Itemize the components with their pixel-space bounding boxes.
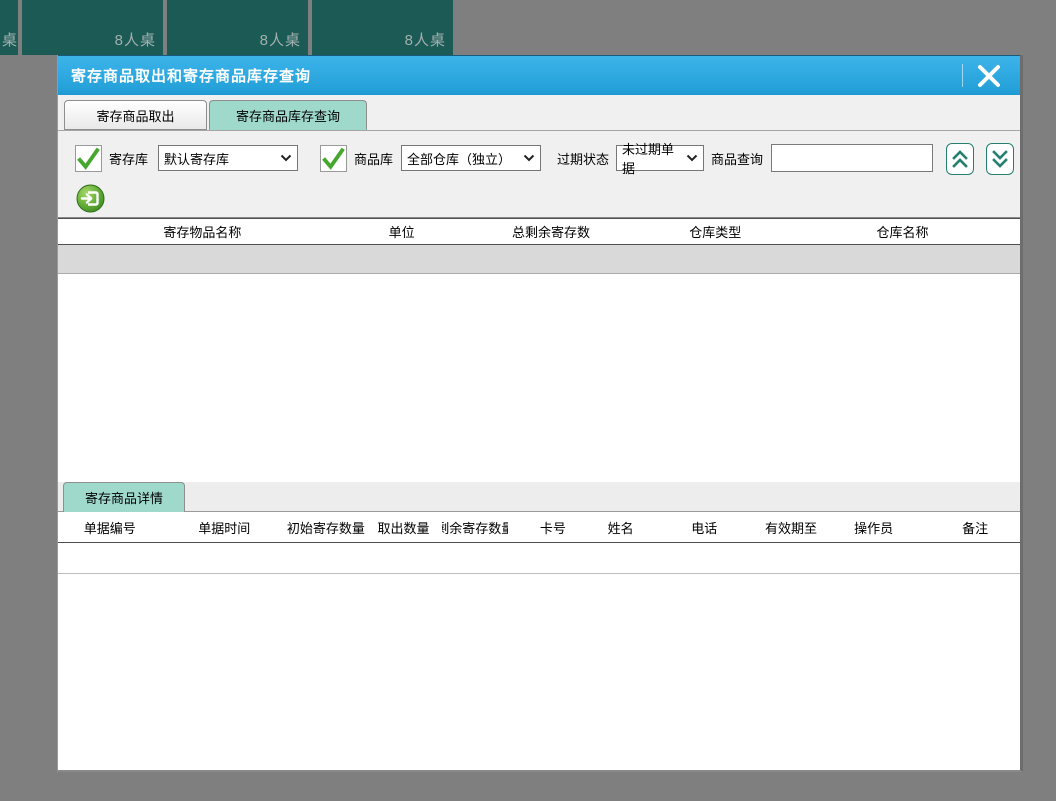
product-store-label: 商品库 [354, 149, 393, 168]
table-map-background: 桌 8人桌 8人桌 8人桌 [0, 0, 457, 55]
table-tile-label: 桌 [2, 29, 18, 50]
tab-deposit-takeout[interactable]: 寄存商品取出 [64, 100, 207, 130]
scroll-to-top-button[interactable] [946, 143, 974, 175]
table-tile-label: 8人桌 [115, 29, 156, 50]
column-header[interactable]: 仓库名称 [785, 219, 1020, 244]
scroll-to-bottom-button[interactable] [986, 143, 1014, 175]
product-store-select[interactable]: 全部仓库（独立） [401, 145, 541, 171]
table-tile[interactable]: 8人桌 [312, 0, 453, 55]
column-header[interactable]: 取出数量 [365, 512, 443, 542]
column-header[interactable]: 单据编号 [58, 512, 162, 542]
tab-label: 寄存商品详情 [85, 488, 163, 507]
chevron-down-icon [686, 154, 698, 162]
column-header[interactable]: 卡号 [508, 512, 598, 542]
product-store-value: 全部仓库（独立） [407, 149, 511, 168]
close-icon [976, 64, 1002, 88]
detail-grid: 单据编号 单据时间 初始寄存数量 取出数量 剩余寄存数量 卡号 姓名 电话 有效… [58, 512, 1020, 770]
product-store-checkbox[interactable] [320, 145, 347, 172]
product-query-label: 商品查询 [711, 149, 763, 168]
inventory-grid-empty-row[interactable] [58, 245, 1020, 274]
detail-grid-empty-row[interactable] [58, 543, 1020, 574]
table-tile[interactable]: 8人桌 [22, 0, 163, 55]
product-query-input[interactable] [771, 144, 933, 172]
green-checkmark-icon [76, 146, 101, 172]
retrieve-deposit-button[interactable] [76, 184, 105, 213]
dialog-titlebar: 寄存商品取出和寄存商品库存查询 [58, 55, 1020, 95]
column-header[interactable]: 剩余寄存数量 [442, 512, 508, 542]
titlebar-divider [962, 64, 963, 87]
column-header[interactable]: 仓库类型 [646, 219, 785, 244]
table-tile-label: 8人桌 [260, 29, 301, 50]
column-header[interactable]: 单位 [347, 219, 457, 244]
dialog-title: 寄存商品取出和寄存商品库存查询 [58, 65, 311, 86]
expire-status-label: 过期状态 [557, 149, 609, 168]
green-checkmark-icon [321, 146, 346, 172]
deposit-store-checkbox[interactable] [75, 145, 102, 172]
table-tile[interactable]: 8人桌 [167, 0, 308, 55]
dialog-tabs: 寄存商品取出 寄存商品库存查询 [64, 100, 369, 130]
table-tile-label: 8人桌 [405, 29, 446, 50]
detail-tabstrip: 寄存商品详情 [58, 482, 1020, 512]
deposit-query-dialog: 寄存商品取出和寄存商品库存查询 寄存商品取出 寄存商品库存查询 寄存库 默认寄存… [57, 55, 1023, 772]
column-header[interactable]: 电话 [644, 512, 766, 542]
column-header[interactable]: 总剩余寄存数 [456, 219, 645, 244]
column-header[interactable]: 初始寄存数量 [287, 512, 365, 542]
column-header[interactable]: 姓名 [598, 512, 644, 542]
double-chevron-down-icon [991, 148, 1009, 170]
inventory-grid-header: 寄存物品名称 单位 总剩余寄存数 仓库类型 仓库名称 [58, 218, 1020, 245]
deposit-store-label: 寄存库 [109, 149, 148, 168]
tab-deposit-detail[interactable]: 寄存商品详情 [63, 482, 185, 512]
expire-status-select[interactable]: 未过期单据 [616, 145, 704, 171]
column-header[interactable]: 操作员 [817, 512, 931, 542]
tab-label: 寄存商品库存查询 [236, 106, 340, 125]
filter-panel: 寄存库 默认寄存库 商品库 全部仓库（独立） 过期状态 未过期单据 商 [58, 130, 1020, 218]
inventory-grid: 寄存物品名称 单位 总剩余寄存数 仓库类型 仓库名称 [58, 218, 1020, 482]
double-chevron-up-icon [951, 148, 969, 170]
chevron-down-icon [523, 154, 535, 162]
column-header[interactable]: 有效期至 [765, 512, 817, 542]
document-arrow-icon [76, 184, 105, 213]
deposit-store-value: 默认寄存库 [164, 149, 229, 168]
tab-label: 寄存商品取出 [96, 106, 174, 125]
chevron-down-icon [280, 154, 292, 162]
expire-status-value: 未过期单据 [622, 139, 686, 177]
close-button[interactable] [971, 63, 1007, 89]
column-header[interactable]: 寄存物品名称 [58, 219, 347, 244]
table-tile-partial[interactable]: 桌 [0, 0, 18, 55]
deposit-store-select[interactable]: 默认寄存库 [158, 145, 298, 171]
column-header[interactable]: 备注 [930, 512, 1020, 542]
tab-deposit-inventory-query[interactable]: 寄存商品库存查询 [209, 100, 367, 130]
detail-grid-header: 单据编号 单据时间 初始寄存数量 取出数量 剩余寄存数量 卡号 姓名 电话 有效… [58, 512, 1020, 543]
column-header[interactable]: 单据时间 [162, 512, 287, 542]
